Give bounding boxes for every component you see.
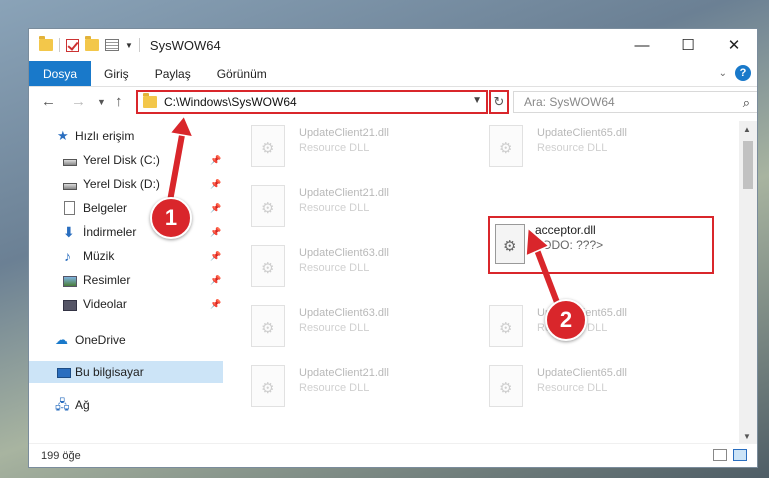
annotation-arrows: [165, 114, 566, 320]
step-badge-1: 1: [150, 197, 192, 239]
step-badge-2: 2: [545, 299, 587, 341]
